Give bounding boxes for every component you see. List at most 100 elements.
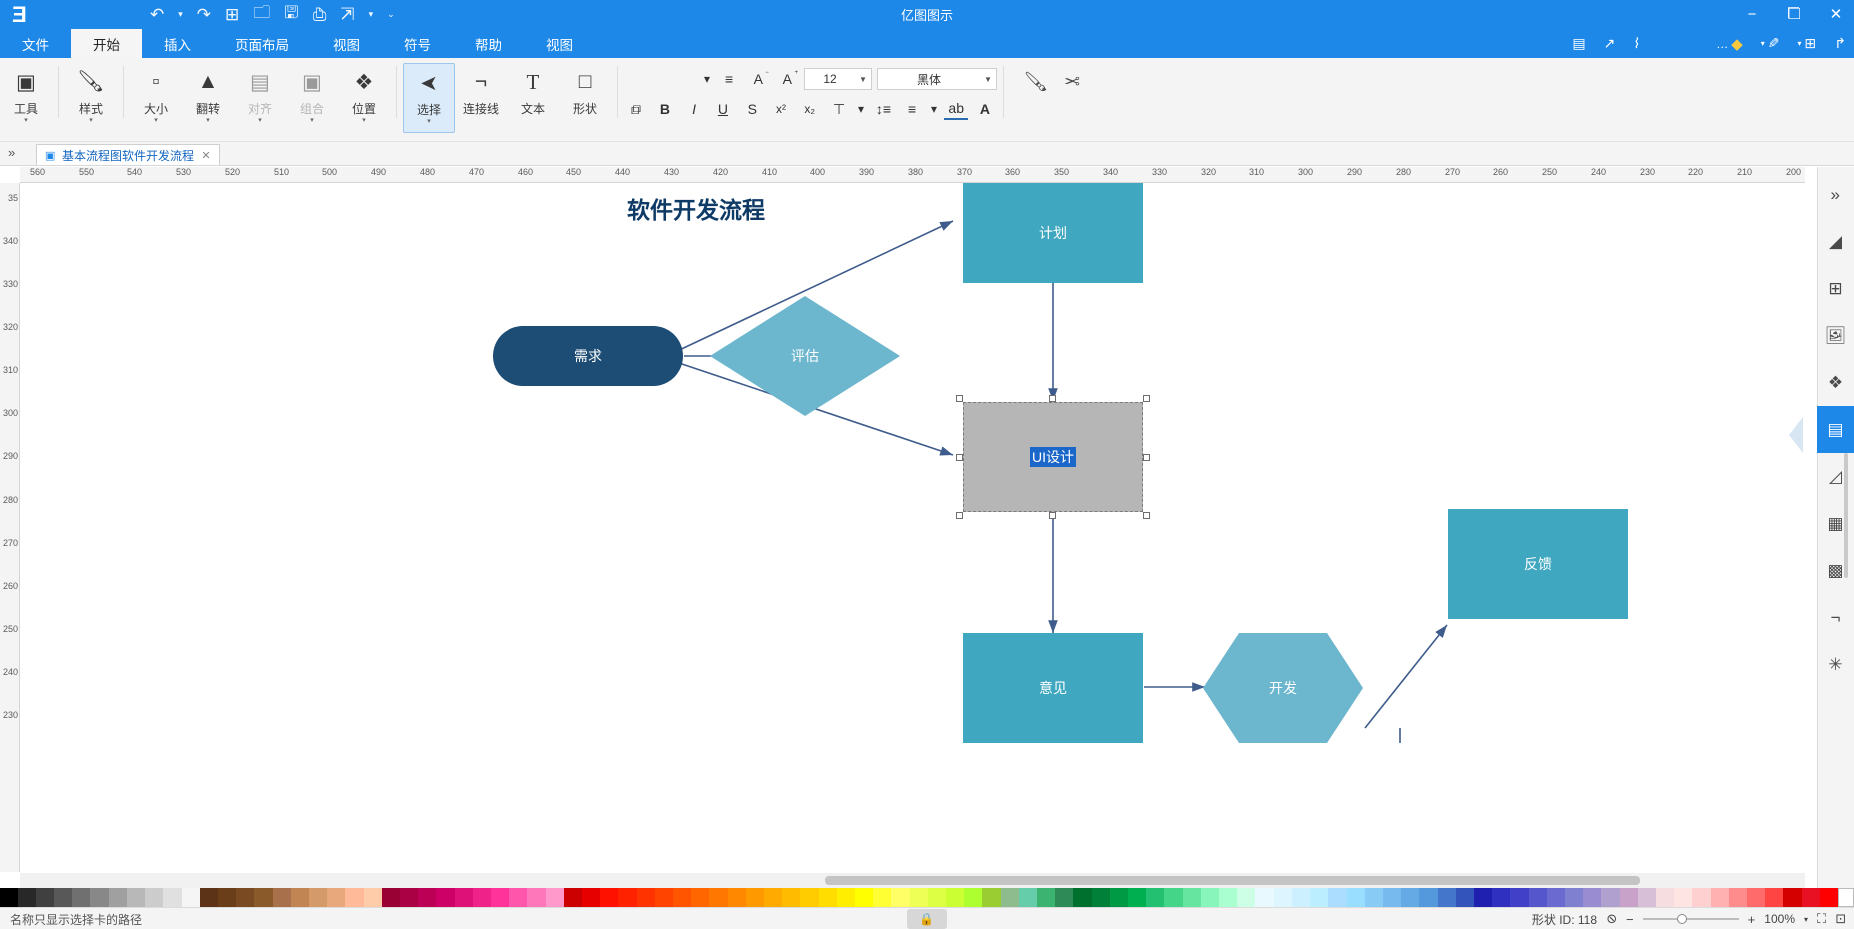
swatch-none[interactable] — [1838, 888, 1854, 907]
size-button[interactable]: ▫ 大小 ▾ — [130, 63, 182, 133]
font-size-dropdown-icon[interactable]: ▼ — [855, 75, 871, 84]
fit-page-icon[interactable]: ⛶ — [1817, 911, 1826, 927]
shape-design[interactable]: UI设计 — [956, 395, 1150, 519]
color-swatch[interactable] — [509, 888, 528, 907]
sidebar-item-table-tool[interactable]: ▦ — [1817, 500, 1854, 547]
color-swatch[interactable] — [436, 888, 455, 907]
color-swatch[interactable] — [1492, 888, 1511, 907]
subscript-icon[interactable]: x₂ — [798, 98, 822, 120]
color-swatch[interactable] — [1091, 888, 1110, 907]
italic-icon[interactable]: I — [682, 98, 706, 120]
font-size-combo[interactable]: ▼ 12 — [804, 68, 872, 90]
sidebar-item-expand-panel[interactable]: » — [1817, 171, 1854, 218]
zoom-out-icon[interactable]: − — [1626, 912, 1634, 927]
text-highlight-dropdown-icon[interactable]: ▾ — [929, 98, 939, 120]
color-swatch[interactable] — [545, 888, 564, 907]
print-icon[interactable]: ⎙ — [313, 5, 327, 25]
shape-feedback[interactable]: 反馈 — [1448, 509, 1628, 619]
color-swatch[interactable] — [1382, 888, 1402, 907]
shape-button[interactable]: □ 形状 — [559, 63, 611, 133]
copy-style-icon[interactable]: ⧉ — [624, 98, 648, 120]
underline-icon[interactable]: U — [711, 98, 735, 120]
strikethrough-icon[interactable]: S — [740, 98, 764, 120]
handle-bl[interactable] — [1143, 512, 1150, 519]
color-swatch[interactable] — [618, 888, 637, 907]
color-swatch[interactable] — [764, 888, 783, 907]
color-swatch[interactable] — [1255, 888, 1274, 907]
color-swatch[interactable] — [35, 888, 55, 907]
zoom-dropdown-icon[interactable]: ▾ — [1804, 915, 1808, 924]
horizontal-scrollbar[interactable] — [20, 873, 1805, 888]
color-swatch[interactable] — [1164, 888, 1183, 907]
color-swatch[interactable] — [381, 888, 400, 907]
horizontal-scroll-thumb[interactable] — [825, 876, 1640, 885]
color-swatch[interactable] — [0, 888, 18, 907]
lock-toggle[interactable]: 🔒 — [907, 909, 947, 929]
color-swatch[interactable] — [563, 888, 582, 907]
color-swatch[interactable] — [90, 888, 109, 907]
color-swatch[interactable] — [818, 888, 837, 907]
color-swatch[interactable] — [217, 888, 237, 907]
align-dropdown-icon[interactable]: ▾ — [258, 117, 262, 124]
color-swatch[interactable] — [1601, 888, 1620, 907]
color-swatch[interactable] — [782, 888, 801, 907]
color-swatch[interactable] — [145, 888, 164, 907]
tab-home[interactable]: 开始 — [71, 29, 142, 58]
color-swatch[interactable] — [126, 888, 146, 907]
color-swatch[interactable] — [1109, 888, 1129, 907]
connector-develop-to-feedback[interactable] — [1364, 624, 1448, 729]
color-swatch[interactable] — [1237, 888, 1256, 907]
color-swatch[interactable] — [1510, 888, 1529, 907]
color-swatch[interactable] — [1055, 888, 1074, 907]
save-icon[interactable]: 🖫 — [284, 0, 298, 29]
color-swatch[interactable] — [654, 888, 673, 907]
color-swatch[interactable] — [946, 888, 965, 907]
color-swatch[interactable] — [527, 888, 546, 907]
sidebar-item-scatter-tool[interactable]: ✳ — [1817, 641, 1854, 688]
new-page-icon[interactable]: ⊞ — [225, 5, 239, 25]
rail-scrollbar[interactable] — [1844, 453, 1848, 578]
undo-arrow-tool-icon[interactable]: ↰ — [1834, 35, 1846, 52]
color-swatch[interactable] — [709, 888, 728, 907]
color-swatch[interactable] — [345, 888, 364, 907]
diagram-canvas[interactable]: 软件开发流程 需求 评估 计划 UI设计 反馈 意见 开发 — [20, 183, 1805, 872]
cursor-tool-icon[interactable]: ↖ — [1604, 35, 1616, 52]
color-swatch[interactable] — [581, 888, 601, 907]
open-file-icon[interactable]: 🗀 — [253, 0, 270, 29]
color-swatch[interactable] — [108, 888, 127, 907]
color-swatch[interactable] — [800, 888, 819, 907]
font-color-icon[interactable]: A — [973, 98, 997, 120]
undo-icon[interactable]: ↶ — [197, 5, 211, 25]
align-list-icon[interactable]: ≡ — [900, 98, 924, 120]
color-swatch[interactable] — [1801, 888, 1820, 907]
customize-quick-access-icon[interactable]: ⌄ — [387, 9, 395, 20]
color-swatch[interactable] — [691, 888, 710, 907]
handle-tc[interactable] — [1049, 395, 1056, 402]
color-swatch[interactable] — [1310, 888, 1329, 907]
align-button[interactable]: ▤ 对齐 ▾ — [234, 63, 286, 133]
color-swatch[interactable] — [1783, 888, 1802, 907]
sidebar-item-layers-panel[interactable]: ❖ — [1817, 359, 1854, 406]
color-swatch[interactable] — [418, 888, 437, 907]
color-swatch[interactable] — [272, 888, 291, 907]
shape-plan[interactable]: 计划 — [963, 183, 1143, 283]
line-spacing-dropdown-icon[interactable]: ▾ — [856, 98, 866, 120]
position-button[interactable]: ❖ 位置 ▾ — [338, 63, 390, 133]
color-swatch[interactable] — [363, 888, 382, 907]
color-swatch[interactable] — [1346, 888, 1365, 907]
sidebar-item-eraser-tool[interactable]: ◣ — [1817, 218, 1854, 265]
color-swatch[interactable] — [855, 888, 874, 907]
color-swatch[interactable] — [836, 888, 856, 907]
sidebar-item-container-tool[interactable]: ▩ — [1817, 547, 1854, 594]
color-swatch[interactable] — [727, 888, 746, 907]
collapse-ribbon-icon[interactable]: « — [8, 145, 15, 160]
color-swatch[interactable] — [1037, 888, 1056, 907]
tab-page-layout[interactable]: 页面布局 — [213, 29, 311, 58]
redo-icon[interactable]: ↷ — [150, 5, 164, 25]
color-swatch[interactable] — [490, 888, 510, 907]
flip-button[interactable]: ▲ 翻转 ▾ — [182, 63, 234, 133]
color-swatch[interactable] — [1819, 888, 1838, 907]
decrease-font-size-icon[interactable]: A − — [746, 68, 770, 90]
color-swatch[interactable] — [891, 888, 910, 907]
size-dropdown-icon[interactable]: ▾ — [154, 117, 158, 124]
